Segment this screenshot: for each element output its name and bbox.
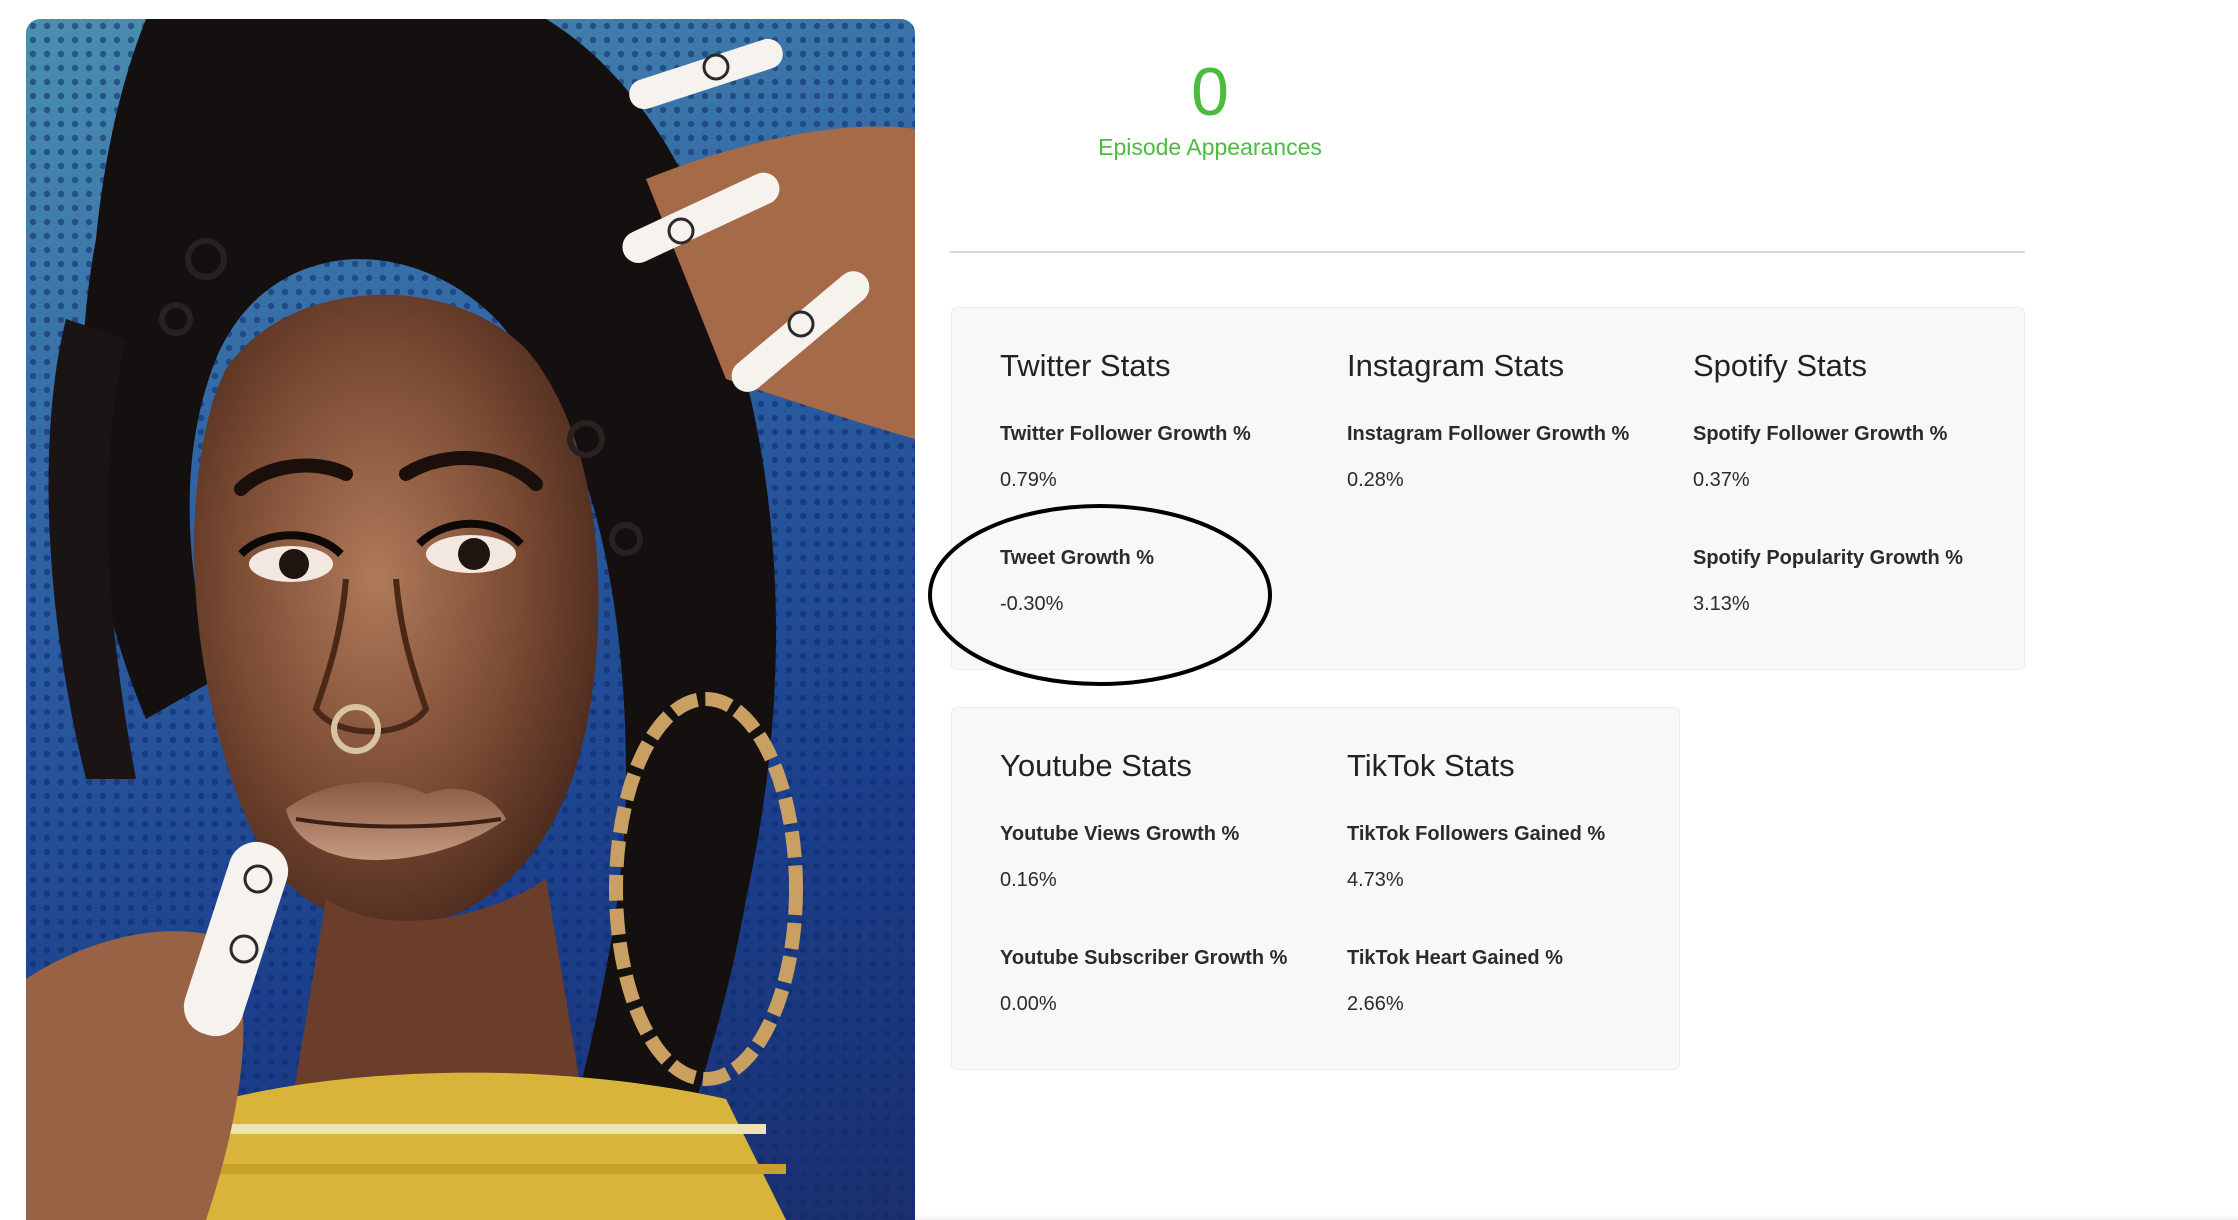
twitter-follower-growth: Twitter Follower Growth % 0.79%	[1000, 422, 1330, 546]
tiktok-stats-title: TikTok Stats	[1347, 748, 1515, 783]
social-stats-card: Twitter Stats Twitter Follower Growth % …	[951, 307, 2025, 670]
stat-label: Youtube Subscriber Growth %	[1000, 947, 1288, 969]
stat-value: 0.79%	[1000, 469, 1057, 491]
tiktok-followers-gained: TikTok Followers Gained % 4.73%	[1347, 822, 1677, 946]
tweet-growth: Tweet Growth % -0.30%	[1000, 546, 1330, 670]
stat-label: Tweet Growth %	[1000, 547, 1155, 569]
bottom-edge	[915, 1214, 2238, 1220]
stat-label: Youtube Views Growth %	[1000, 823, 1240, 845]
stat-label: Spotify Follower Growth %	[1693, 423, 1948, 445]
spotify-popularity-growth: Spotify Popularity Growth % 3.13%	[1693, 546, 2023, 670]
episode-count: 0	[1191, 54, 1229, 130]
tiktok-stats: TikTok Stats TikTok Followers Gained % 4…	[1347, 748, 1677, 1070]
youtube-stats: Youtube Stats Youtube Views Growth % 0.1…	[1000, 748, 1330, 1070]
youtube-views-growth: Youtube Views Growth % 0.16%	[1000, 822, 1330, 946]
artist-photo-illustration	[26, 19, 915, 1220]
tiktok-heart-gained: TikTok Heart Gained % 2.66%	[1347, 946, 1677, 1070]
episode-appearances: 0 Episode Appearances	[1050, 52, 1370, 161]
stat-value: 4.73%	[1347, 869, 1404, 891]
video-stats-card: Youtube Stats Youtube Views Growth % 0.1…	[951, 707, 1680, 1070]
youtube-stats-title: Youtube Stats	[1000, 748, 1192, 783]
instagram-stats-title: Instagram Stats	[1347, 348, 1565, 383]
stat-value: 0.00%	[1000, 993, 1057, 1015]
spotify-follower-growth: Spotify Follower Growth % 0.37%	[1693, 422, 2023, 546]
instagram-stats: Instagram Stats Instagram Follower Growt…	[1347, 348, 1677, 546]
stat-label: TikTok Followers Gained %	[1347, 823, 1606, 845]
stat-label: Instagram Follower Growth %	[1347, 423, 1630, 445]
stat-value: 0.16%	[1000, 869, 1057, 891]
twitter-stats-title: Twitter Stats	[1000, 348, 1171, 383]
stat-label: Spotify Popularity Growth %	[1693, 547, 1964, 569]
twitter-stats: Twitter Stats Twitter Follower Growth % …	[1000, 348, 1330, 670]
stat-value: 2.66%	[1347, 993, 1404, 1015]
artist-profile-page: 0 Episode Appearances Twitter Stats Twit…	[0, 0, 2238, 1220]
youtube-subscriber-growth: Youtube Subscriber Growth % 0.00%	[1000, 946, 1330, 1070]
artist-photo	[26, 19, 915, 1220]
section-divider	[950, 251, 2025, 253]
stat-value: 0.37%	[1693, 469, 1750, 491]
stat-value: 3.13%	[1693, 593, 1750, 615]
stat-label: Twitter Follower Growth %	[1000, 423, 1251, 445]
instagram-follower-growth: Instagram Follower Growth % 0.28%	[1347, 422, 1677, 546]
stat-label: TikTok Heart Gained %	[1347, 947, 1563, 969]
stat-value: 0.28%	[1347, 469, 1404, 491]
episode-label: Episode Appearances	[1098, 134, 1322, 160]
stat-value: -0.30%	[1000, 593, 1064, 615]
spotify-stats: Spotify Stats Spotify Follower Growth % …	[1693, 348, 2023, 670]
spotify-stats-title: Spotify Stats	[1693, 348, 1868, 383]
